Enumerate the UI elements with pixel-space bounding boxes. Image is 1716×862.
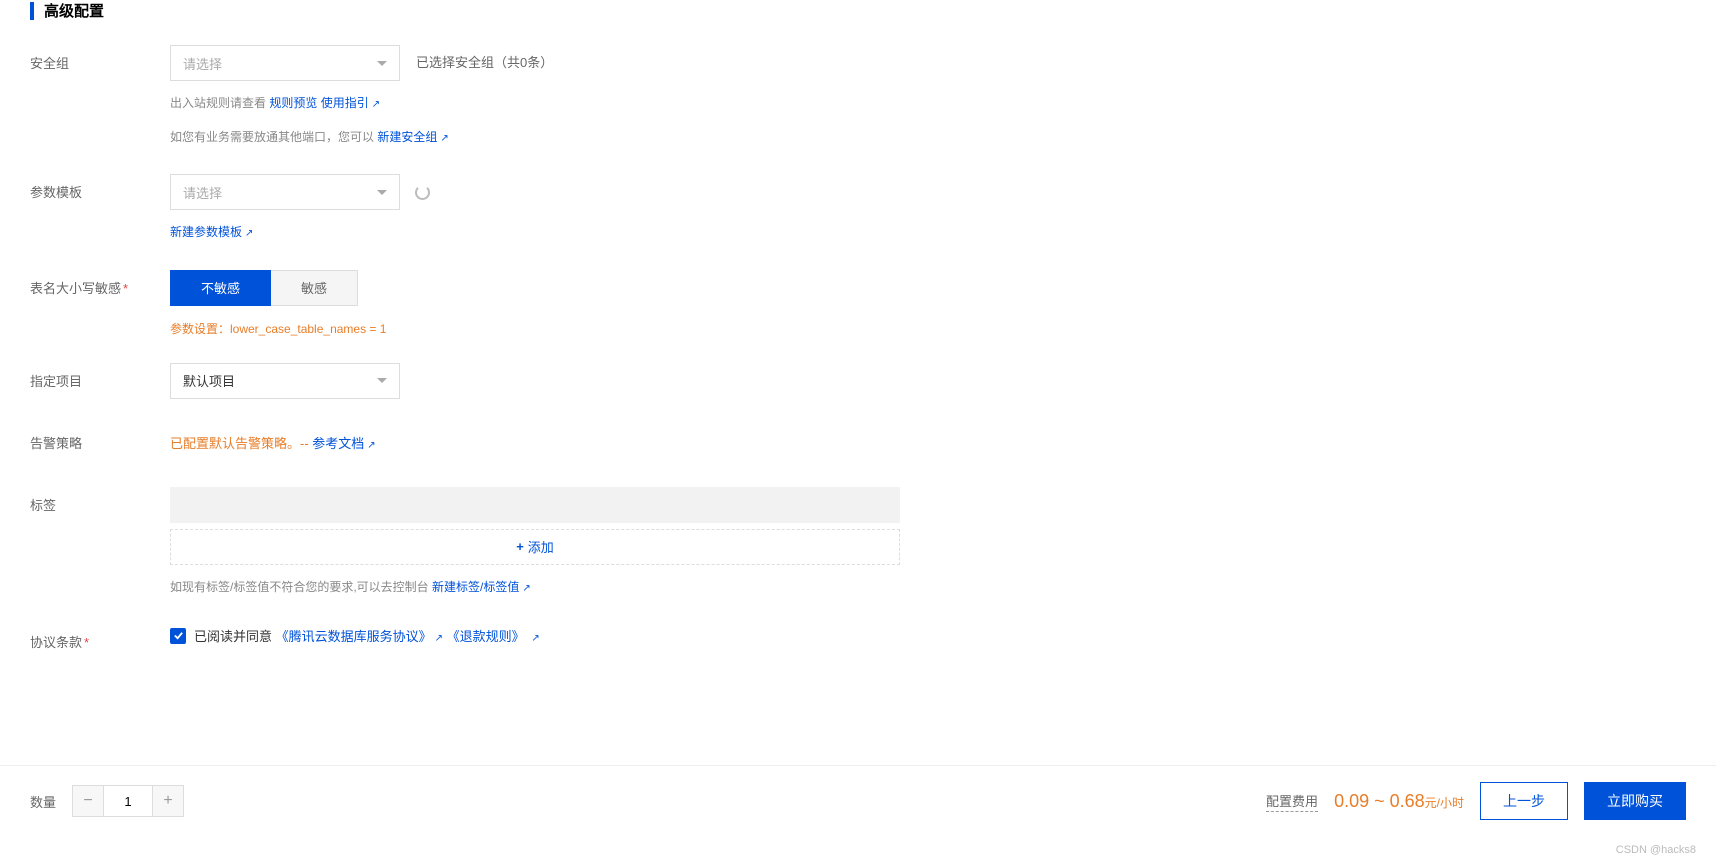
qty-label: 数量 [30,792,56,811]
link-service-agreement[interactable]: 《腾讯云数据库服务协议》↗ [276,629,443,644]
footer-bar: 数量 − + 配置费用 0.09 ~ 0.68元/小时 上一步 立即购买 [0,765,1716,836]
select-placeholder: 请选择 [183,54,222,73]
plus-icon: + [516,539,524,554]
chevron-down-icon [377,378,387,383]
external-link-icon: ↗ [440,130,448,148]
qty-stepper: − + [72,785,184,817]
link-new-param-template[interactable]: 新建参数模板↗ [170,225,253,239]
row-agreement: 协议条款* 已阅读并同意 《腾讯云数据库服务协议》↗ 《退款规则》 ↗ [30,624,1686,660]
qty-increase-button[interactable]: + [153,786,183,816]
section-header: 高级配置 [30,0,1686,21]
row-alarm-policy: 告警策略 已配置默认告警策略。-- 参考文档↗ [30,425,1686,461]
select-placeholder: 请选择 [183,183,222,202]
hint-text: 如您有业务需要放通其他端口，您可以 [170,130,377,144]
select-project[interactable]: 默认项目 [170,363,400,399]
external-link-icon: ↗ [435,633,443,644]
price-value: 0.09 ~ 0.68 [1334,791,1425,811]
link-rule-preview[interactable]: 规则预览 [269,96,317,110]
row-security-group: 安全组 请选择 已选择安全组（共0条） 出入站规则请查看 规则预览 使用指引↗ … [30,45,1686,148]
toggle-sensitive[interactable]: 敏感 [271,270,358,306]
toggle-group-case: 不敏感 敏感 [170,270,930,306]
row-tags: 标签 + 添加 如现有标签/标签值不符合您的要求,可以去控制台 新建标签/标签值… [30,487,1686,599]
chevron-down-icon [377,190,387,195]
watermark: CSDN @hacks8 [1616,844,1696,856]
label-case-sensitive: 表名大小写敏感* [30,270,170,297]
selected-count-text: 已选择安全组（共0条） [416,45,553,81]
hint-text: 出入站规则请查看 [170,96,269,110]
external-link-icon: ↗ [245,225,253,243]
add-tag-button[interactable]: + 添加 [170,529,900,565]
select-security-group[interactable]: 请选择 [170,45,400,81]
section-accent-bar [30,2,34,20]
alarm-prefix-text: 已配置默认告警策略。-- [170,436,312,451]
label-param-template: 参数模板 [30,174,170,201]
check-icon [173,630,184,641]
price-unit: 元/小时 [1425,796,1464,810]
prev-step-button[interactable]: 上一步 [1480,782,1568,820]
row-case-sensitive: 表名大小写敏感* 不敏感 敏感 参数设置：lower_case_table_na… [30,270,1686,337]
buy-now-button[interactable]: 立即购买 [1584,782,1686,820]
external-link-icon: ↗ [531,633,539,644]
refresh-icon [415,185,430,200]
chevron-down-icon [377,61,387,66]
select-value: 默认项目 [183,371,235,390]
link-refund-rules[interactable]: 《退款规则》 [447,629,525,644]
refresh-button[interactable] [406,174,438,210]
label-alarm-policy: 告警策略 [30,425,170,452]
qty-decrease-button[interactable]: − [73,786,103,816]
row-project: 指定项目 默认项目 [30,363,1686,399]
link-new-tag[interactable]: 新建标签/标签值↗ [432,580,531,594]
label-security-group: 安全组 [30,45,170,72]
link-usage-guide[interactable]: 使用指引↗ [321,96,380,110]
section-title: 高级配置 [44,0,104,21]
toggle-insensitive[interactable]: 不敏感 [170,270,271,306]
label-project: 指定项目 [30,363,170,390]
external-link-icon: ↗ [522,580,530,598]
tag-empty-box [170,487,900,523]
row-param-template: 参数模板 请选择 新建参数模板↗ [30,174,1686,244]
price-label: 配置费用 [1266,791,1318,812]
agreement-text: 已阅读并同意 [194,629,272,644]
link-new-security-group[interactable]: 新建安全组↗ [377,130,448,144]
external-link-icon: ↗ [367,440,375,451]
link-alarm-doc[interactable]: 参考文档↗ [312,436,375,451]
external-link-icon: ↗ [372,96,380,114]
param-note: 参数设置：lower_case_table_names = 1 [170,320,930,337]
label-agreement: 协议条款* [30,624,170,651]
agreement-checkbox[interactable] [170,628,186,644]
hint-text: 如现有标签/标签值不符合您的要求,可以去控制台 [170,580,432,594]
add-tag-label: 添加 [528,537,554,556]
qty-input[interactable] [103,786,153,816]
label-tags: 标签 [30,487,170,514]
select-param-template[interactable]: 请选择 [170,174,400,210]
